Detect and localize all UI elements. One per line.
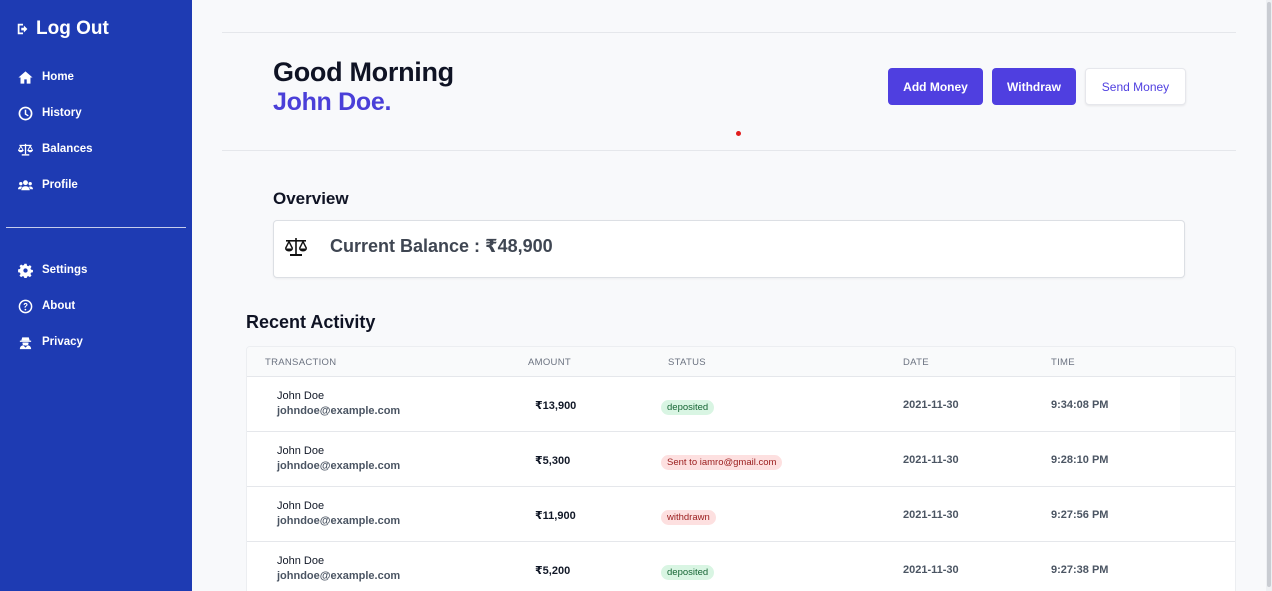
table-row[interactable]: John Doe johndoe@example.com ₹11,900 wit…: [247, 487, 1235, 542]
header-bottom-divider: [222, 150, 1236, 151]
column-header-date: DATE: [903, 357, 929, 368]
gear-icon: [16, 261, 34, 279]
sidebar-item-label: History: [42, 107, 82, 119]
greeting-text: Good Morning: [273, 57, 454, 87]
scrollbar-thumb[interactable]: [1267, 2, 1271, 587]
transaction-date: 2021-11-30: [903, 399, 959, 411]
transaction-time: 9:34:08 PM: [1051, 399, 1109, 411]
add-money-button[interactable]: Add Money: [888, 68, 983, 105]
logout-label: Log Out: [36, 18, 109, 39]
sidebar-item-history[interactable]: History: [16, 95, 186, 131]
scale-icon: [284, 238, 308, 256]
status-badge: deposited: [661, 400, 715, 415]
status-badge: Sent to iamro@gmail.com: [661, 455, 783, 470]
user-name: John Doe.: [273, 88, 392, 116]
sidebar-item-label: Profile: [42, 179, 78, 191]
transaction-name: John Doe: [277, 500, 325, 512]
sidebar-item-settings[interactable]: Settings: [16, 252, 186, 288]
primary-nav: Home History Balances Profile: [16, 59, 186, 203]
transaction-email: johndoe@example.com: [277, 570, 401, 582]
sidebar-item-about[interactable]: About: [16, 288, 186, 324]
column-header-amount: AMOUNT: [528, 357, 571, 368]
transaction-date: 2021-11-30: [903, 509, 959, 521]
transaction-amount: ₹5,200: [535, 565, 571, 577]
header-top-divider: [222, 32, 1236, 33]
table-row[interactable]: John Doe johndoe@example.com ₹13,900 dep…: [247, 377, 1235, 432]
recent-activity-title: Recent Activity: [246, 312, 376, 332]
sidebar-item-label: Balances: [42, 143, 93, 155]
transaction-amount: ₹5,300: [535, 455, 571, 467]
balance-card: Current Balance : ₹48,900: [273, 220, 1185, 278]
status-badge: deposited: [661, 565, 715, 580]
column-header-time: TIME: [1051, 357, 1075, 368]
clock-icon: [16, 104, 34, 122]
user-secret-icon: [16, 333, 34, 351]
table-header: TRANSACTION AMOUNT STATUS DATE TIME: [247, 347, 1235, 377]
sign-out-icon: [17, 23, 28, 35]
send-money-button[interactable]: Send Money: [1085, 68, 1186, 105]
logout-button[interactable]: Log Out: [16, 18, 109, 40]
sidebar-item-balances[interactable]: Balances: [16, 131, 186, 167]
sidebar: Log Out Home History Balances Profile Se…: [0, 0, 192, 591]
column-header-status: STATUS: [668, 357, 706, 368]
sidebar-divider: [6, 227, 186, 228]
transaction-email: johndoe@example.com: [277, 515, 401, 527]
status-badge: withdrawn: [661, 510, 716, 525]
secondary-nav: Settings About Privacy: [16, 252, 186, 360]
current-balance: Current Balance : ₹48,900: [330, 236, 553, 256]
transaction-time: 9:28:10 PM: [1051, 454, 1109, 466]
sidebar-item-profile[interactable]: Profile: [16, 167, 186, 203]
sidebar-item-privacy[interactable]: Privacy: [16, 324, 186, 360]
table-row[interactable]: John Doe johndoe@example.com ₹5,200 depo…: [247, 542, 1235, 591]
sidebar-item-label: About: [42, 300, 76, 312]
withdraw-button[interactable]: Withdraw: [992, 68, 1076, 105]
transaction-amount: ₹11,900: [535, 510, 576, 522]
home-icon: [16, 68, 34, 86]
table-row[interactable]: John Doe johndoe@example.com ₹5,300 Sent…: [247, 432, 1235, 487]
transaction-email: johndoe@example.com: [277, 405, 401, 417]
transaction-email: johndoe@example.com: [277, 460, 401, 472]
sidebar-item-label: Privacy: [42, 336, 83, 348]
page-scrollbar[interactable]: [1266, 0, 1272, 591]
transaction-name: John Doe: [277, 390, 325, 402]
transaction-date: 2021-11-30: [903, 564, 959, 576]
transaction-name: John Doe: [277, 445, 325, 457]
users-icon: [16, 176, 34, 194]
sidebar-item-home[interactable]: Home: [16, 59, 186, 95]
question-icon: [16, 297, 34, 315]
sidebar-item-label: Home: [42, 71, 74, 83]
overview-title: Overview: [273, 189, 349, 208]
sidebar-item-label: Settings: [42, 264, 88, 276]
column-header-transaction: TRANSACTION: [265, 357, 337, 368]
transaction-name: John Doe: [277, 555, 325, 567]
transactions-table: TRANSACTION AMOUNT STATUS DATE TIME John…: [246, 346, 1236, 591]
transaction-time: 9:27:56 PM: [1051, 509, 1109, 521]
transaction-time: 9:27:38 PM: [1051, 564, 1109, 576]
scale-icon: [16, 140, 34, 158]
transaction-amount: ₹13,900: [535, 400, 577, 412]
transaction-date: 2021-11-30: [903, 454, 959, 466]
cursor-dot: [736, 131, 741, 136]
